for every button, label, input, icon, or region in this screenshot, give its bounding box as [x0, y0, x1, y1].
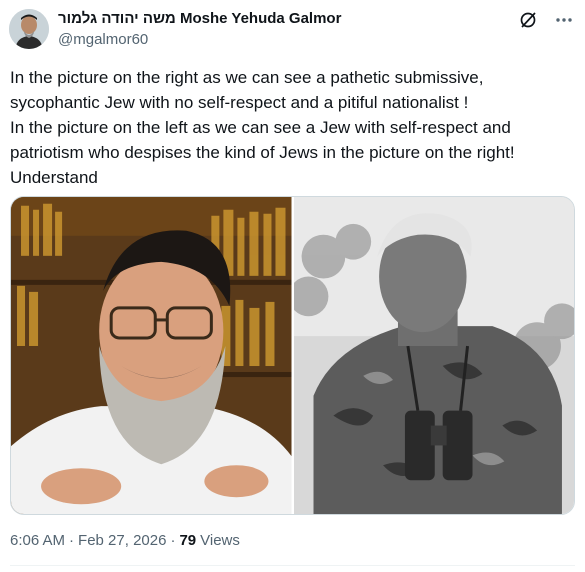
tweet-meta: 6:06 AM · Feb 27, 2026 · 79 Views: [10, 532, 240, 549]
author-name-row: משה יהודה גלמור Moshe Yehuda Galmor: [58, 10, 341, 27]
author-display-name[interactable]: משה יהודה גלמור Moshe Yehuda Galmor: [58, 10, 341, 27]
views-count[interactable]: 79: [179, 532, 196, 549]
tweet-time[interactable]: 6:06 AM: [10, 532, 65, 549]
grok-icon[interactable]: [517, 9, 539, 31]
meta-separator-2: ·: [170, 532, 176, 549]
more-icon[interactable]: [553, 9, 575, 31]
media-photo-right[interactable]: [293, 197, 574, 514]
author-handle[interactable]: @mgalmor60: [58, 31, 148, 48]
tweet: משה יהודה גלמור Moshe Yehuda Galmor @mga…: [0, 0, 585, 572]
divider: [10, 565, 575, 566]
avatar[interactable]: [9, 9, 49, 49]
tweet-date[interactable]: Feb 27, 2026: [78, 532, 166, 549]
views-label: Views: [200, 532, 240, 549]
tweet-text: In the picture on the right as we can se…: [10, 68, 515, 187]
meta-separator: ·: [69, 532, 75, 549]
tweet-top-actions: [517, 9, 575, 31]
avatar-image: [9, 9, 49, 49]
tweet-media[interactable]: [10, 196, 575, 515]
media-photo-left[interactable]: [11, 197, 292, 514]
